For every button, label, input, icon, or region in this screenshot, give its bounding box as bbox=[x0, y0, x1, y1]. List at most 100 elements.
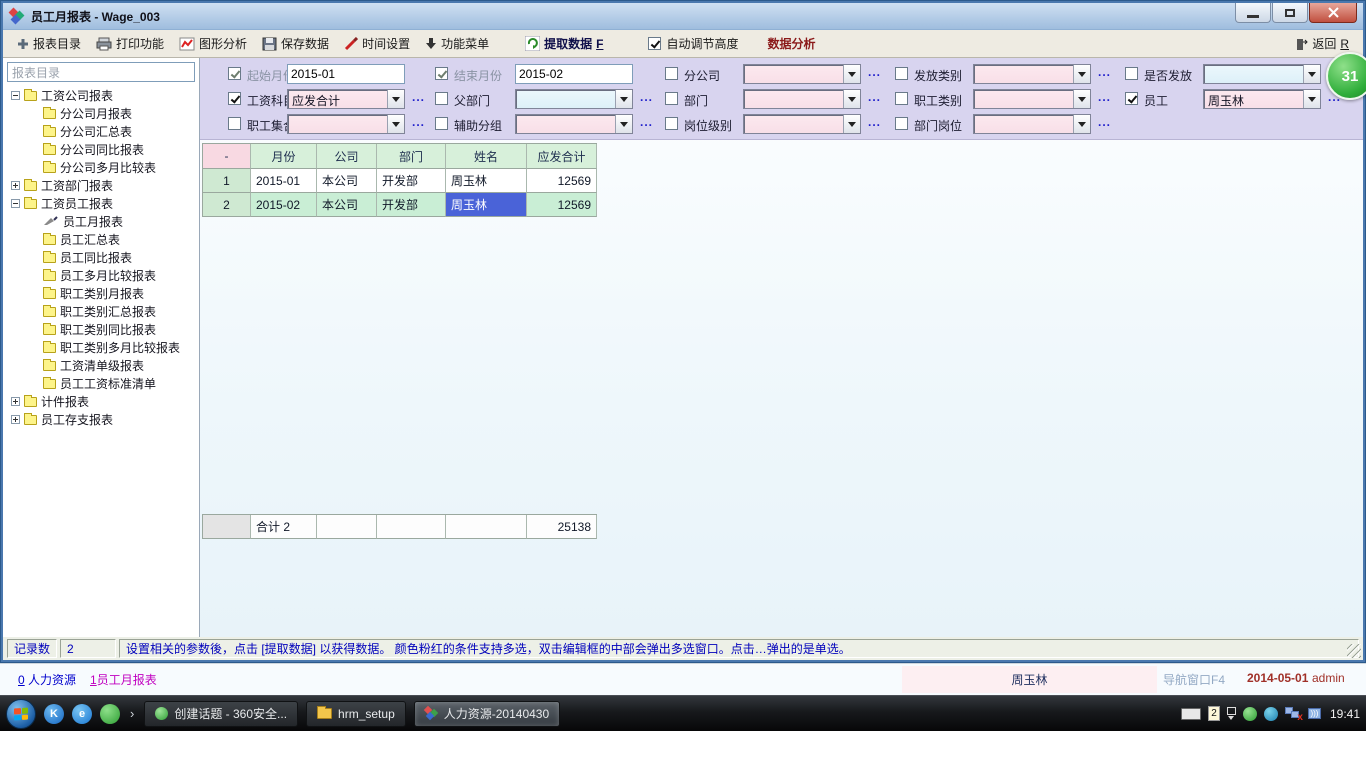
app-tray-icon[interactable] bbox=[1264, 707, 1278, 721]
data-analysis-button[interactable]: 数据分析 bbox=[767, 35, 815, 52]
chevron-down-icon[interactable] bbox=[1303, 65, 1320, 83]
chevron-down-icon[interactable] bbox=[1303, 90, 1320, 108]
sidebar-item[interactable]: 分公司同比报表 bbox=[3, 140, 199, 158]
dept-post-select[interactable] bbox=[973, 114, 1091, 134]
column-header[interactable]: 部门 bbox=[377, 144, 446, 169]
post-level-checkbox[interactable] bbox=[665, 117, 678, 130]
notification-badge[interactable]: 31 bbox=[1326, 52, 1366, 100]
keyboard-icon[interactable] bbox=[1181, 708, 1201, 720]
chevron-down-icon[interactable] bbox=[387, 115, 404, 133]
wage-item-checkbox[interactable] bbox=[228, 92, 241, 105]
amount-cell[interactable]: 12569 bbox=[527, 193, 597, 217]
quicklaunch-expand-icon[interactable]: › bbox=[128, 706, 136, 721]
staff-category-select[interactable] bbox=[973, 89, 1091, 109]
sidebar-item-piecework-reports[interactable]: 计件报表 bbox=[3, 392, 199, 410]
company-cell[interactable]: 本公司 bbox=[317, 193, 377, 217]
start-month-checkbox[interactable] bbox=[228, 67, 241, 80]
chevron-down-icon[interactable] bbox=[615, 90, 632, 108]
chevron-down-icon[interactable] bbox=[843, 115, 860, 133]
aux-group-checkbox[interactable] bbox=[435, 117, 448, 130]
column-header[interactable]: 姓名 bbox=[446, 144, 527, 169]
ellipsis-button[interactable]: ... bbox=[868, 65, 881, 79]
restore-button[interactable] bbox=[1272, 3, 1308, 23]
ellipsis-button[interactable]: ... bbox=[868, 115, 881, 129]
chart-analysis-button[interactable]: 图形分析 bbox=[175, 33, 251, 54]
quicklaunch-k-icon[interactable]: K bbox=[44, 704, 64, 724]
sidebar-item[interactable]: 员工多月比较报表 bbox=[3, 266, 199, 284]
start-button[interactable] bbox=[6, 699, 36, 729]
extract-data-button[interactable]: 提取数据F bbox=[521, 33, 607, 54]
quicklaunch-browser-icon[interactable]: e bbox=[72, 704, 92, 724]
sidebar-item[interactable]: 分公司月报表 bbox=[3, 104, 199, 122]
chevron-down-icon[interactable] bbox=[387, 90, 404, 108]
parent-dept-checkbox[interactable] bbox=[435, 92, 448, 105]
employee-checkbox[interactable] bbox=[1125, 92, 1138, 105]
wage-item-select[interactable]: 应发合计 bbox=[287, 89, 405, 109]
start-month-input[interactable] bbox=[287, 64, 405, 84]
is-paid-select[interactable] bbox=[1203, 64, 1321, 84]
sidebar-item-company-reports[interactable]: 工资公司报表 bbox=[3, 86, 199, 104]
title-bar[interactable]: 员工月报表 - Wage_003 bbox=[3, 3, 1363, 30]
taskbar-button-360[interactable]: 创建话题 - 360安全... bbox=[144, 701, 298, 727]
taskbar-button-hrm-setup[interactable]: hrm_setup bbox=[306, 701, 406, 727]
is-paid-checkbox[interactable] bbox=[1125, 67, 1138, 80]
chevron-down-icon[interactable] bbox=[615, 115, 632, 133]
sidebar-item-employee-reports[interactable]: 工资员工报表 bbox=[3, 194, 199, 212]
end-month-checkbox[interactable] bbox=[435, 67, 448, 80]
ellipsis-button[interactable]: ... bbox=[412, 90, 425, 104]
sidebar-item[interactable]: 员工同比报表 bbox=[3, 248, 199, 266]
column-header[interactable]: 应发合计 bbox=[527, 144, 597, 169]
column-header[interactable]: 公司 bbox=[317, 144, 377, 169]
ellipsis-button[interactable]: ... bbox=[1098, 90, 1111, 104]
dept-select[interactable] bbox=[743, 89, 861, 109]
quicklaunch-360-icon[interactable] bbox=[100, 704, 120, 724]
employee-select[interactable]: 周玉林 bbox=[1203, 89, 1321, 109]
dept-checkbox[interactable] bbox=[665, 92, 678, 105]
ellipsis-button[interactable]: ... bbox=[640, 115, 653, 129]
amount-cell[interactable]: 12569 bbox=[527, 169, 597, 193]
dept-cell[interactable]: 开发部 bbox=[377, 193, 446, 217]
ellipsis-button[interactable]: ... bbox=[1098, 115, 1111, 129]
sidebar-item[interactable]: 职工类别汇总报表 bbox=[3, 302, 199, 320]
post-level-select[interactable] bbox=[743, 114, 861, 134]
end-month-input[interactable] bbox=[515, 64, 633, 84]
help-note-icon[interactable]: 2 bbox=[1208, 706, 1220, 721]
network-disconnected-icon[interactable]: x bbox=[1285, 707, 1301, 720]
resize-grip[interactable] bbox=[1347, 644, 1361, 658]
sidebar-item[interactable]: 分公司多月比较表 bbox=[3, 158, 199, 176]
chevron-down-icon[interactable] bbox=[843, 90, 860, 108]
back-button[interactable]: 返回R bbox=[1292, 33, 1353, 54]
ellipsis-button[interactable]: ... bbox=[412, 115, 425, 129]
sidebar-item[interactable]: 职工类别多月比较报表 bbox=[3, 338, 199, 356]
sidebar-item[interactable]: 员工工资标准清单 bbox=[3, 374, 199, 392]
ellipsis-button[interactable]: ... bbox=[1098, 65, 1111, 79]
month-cell[interactable]: 2015-02 bbox=[251, 193, 317, 217]
auto-height-checkbox[interactable]: 自动调节高度 bbox=[648, 35, 738, 52]
network-signal-icon[interactable]: ))) bbox=[1308, 708, 1321, 719]
chevron-down-icon[interactable] bbox=[1073, 90, 1090, 108]
row-number-cell[interactable]: 1 bbox=[203, 169, 251, 193]
taskbar-button-hr-app[interactable]: 人力资源-20140430 bbox=[414, 701, 560, 727]
collapse-icon[interactable] bbox=[11, 199, 20, 208]
row-number-cell[interactable]: 2 bbox=[203, 193, 251, 217]
sidebar-item[interactable]: 职工类别同比报表 bbox=[3, 320, 199, 338]
branch-select[interactable] bbox=[743, 64, 861, 84]
chevron-down-icon[interactable] bbox=[1073, 115, 1090, 133]
pay-category-select[interactable] bbox=[973, 64, 1091, 84]
sidebar-item[interactable]: 工资清单级报表 bbox=[3, 356, 199, 374]
time-setting-button[interactable]: 时间设置 bbox=[340, 33, 414, 54]
sidebar-item[interactable]: 职工类别月报表 bbox=[3, 284, 199, 302]
pay-category-checkbox[interactable] bbox=[895, 67, 908, 80]
expand-icon[interactable] bbox=[11, 415, 20, 424]
column-header[interactable]: - bbox=[203, 144, 251, 169]
close-button[interactable] bbox=[1309, 3, 1357, 23]
parent-dept-select[interactable] bbox=[515, 89, 633, 109]
name-cell-selected[interactable]: 周玉林 bbox=[446, 193, 527, 217]
month-cell[interactable]: 2015-01 bbox=[251, 169, 317, 193]
print-button[interactable]: 打印功能 bbox=[92, 33, 168, 54]
branch-checkbox[interactable] bbox=[665, 67, 678, 80]
sidebar-item-deposit-reports[interactable]: 员工存支报表 bbox=[3, 410, 199, 428]
dept-cell[interactable]: 开发部 bbox=[377, 169, 446, 193]
nav-window-label[interactable]: 导航窗口F4 bbox=[1163, 671, 1225, 688]
current-employee-field[interactable]: 周玉林 bbox=[902, 666, 1157, 693]
